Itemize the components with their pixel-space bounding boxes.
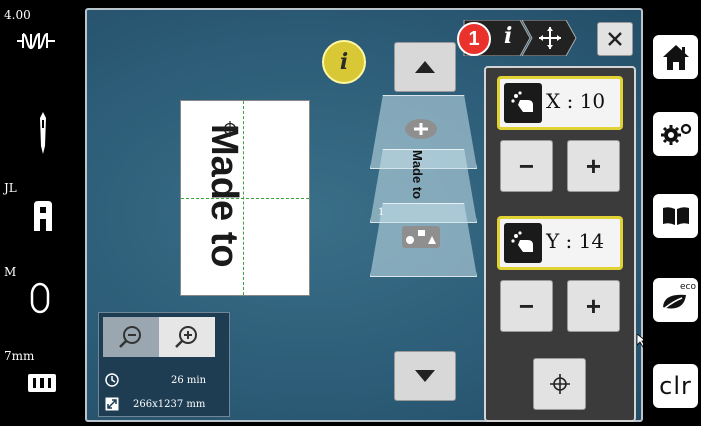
zoom-in-button[interactable] — [159, 317, 215, 357]
resize-icon — [105, 397, 119, 411]
touch-x-icon — [504, 83, 542, 123]
info-button[interactable]: i — [322, 40, 366, 84]
layer-design-text: Made to — [410, 150, 425, 200]
design-text[interactable]: Made to — [202, 124, 245, 268]
needle-icon[interactable] — [36, 112, 50, 154]
touch-y-icon — [504, 223, 542, 263]
needle-plate-icon[interactable] — [28, 374, 56, 392]
arrow-up-icon — [415, 61, 435, 73]
tab-info-label: i — [504, 23, 513, 49]
home-icon — [662, 45, 689, 70]
arrow-down-icon — [415, 370, 435, 382]
design-size: 266x1237 mm — [133, 399, 206, 410]
step-badge: 1 — [457, 22, 491, 56]
settings-icon — [660, 123, 691, 145]
close-button[interactable] — [597, 22, 633, 56]
guide-button[interactable] — [653, 194, 698, 238]
eco-label: eco — [680, 282, 696, 292]
x-position-field[interactable]: X : 10 — [497, 76, 623, 130]
x-value: X : 10 — [546, 89, 606, 113]
y-value: Y : 14 — [546, 229, 605, 253]
y-position-field[interactable]: Y : 14 — [497, 216, 623, 270]
hoop-canvas[interactable] — [180, 100, 310, 296]
speed-value: 4.00 — [4, 8, 31, 22]
x-minus-button[interactable]: − — [500, 140, 553, 192]
x-plus-button[interactable]: + — [567, 140, 620, 192]
move-icon — [539, 27, 561, 49]
home-button[interactable] — [653, 35, 698, 79]
hoop-label: M — [4, 265, 17, 279]
clr-button[interactable]: clr — [653, 364, 698, 408]
needle-size-label: 7mm — [4, 349, 35, 363]
zoom-in-icon — [175, 326, 197, 348]
scroll-down-button[interactable] — [394, 351, 456, 401]
y-plus-button[interactable]: + — [567, 280, 620, 332]
eco-button[interactable]: eco — [653, 278, 698, 322]
scroll-up-button[interactable] — [394, 42, 456, 92]
center-crosshair-icon — [549, 374, 570, 394]
stitch-regulator-icon[interactable] — [15, 30, 57, 52]
zoom-out-button[interactable] — [103, 317, 159, 357]
left-status-bar: 4.00 JL M 7mm — [0, 0, 85, 426]
clock-icon — [105, 373, 119, 387]
close-icon — [608, 32, 622, 46]
zoom-panel: 26 min 266x1237 mm — [98, 312, 230, 417]
center-button[interactable] — [533, 358, 586, 410]
center-line-horizontal — [181, 198, 309, 199]
presser-foot-icon[interactable] — [32, 201, 54, 231]
layer-number: 1 — [378, 207, 385, 218]
settings-button[interactable] — [653, 112, 698, 156]
layer-settings-icon — [402, 226, 440, 248]
zoom-out-icon — [119, 326, 141, 348]
presser-foot-label: JL — [4, 181, 17, 195]
right-menu-bar: eco clr — [643, 0, 701, 426]
stitch-time: 26 min — [171, 375, 207, 386]
book-icon — [662, 207, 689, 225]
hoop-icon[interactable] — [30, 282, 50, 314]
y-minus-button[interactable]: − — [500, 280, 553, 332]
needle-position-crosshair-icon — [222, 121, 238, 137]
add-layer-icon — [405, 119, 437, 139]
